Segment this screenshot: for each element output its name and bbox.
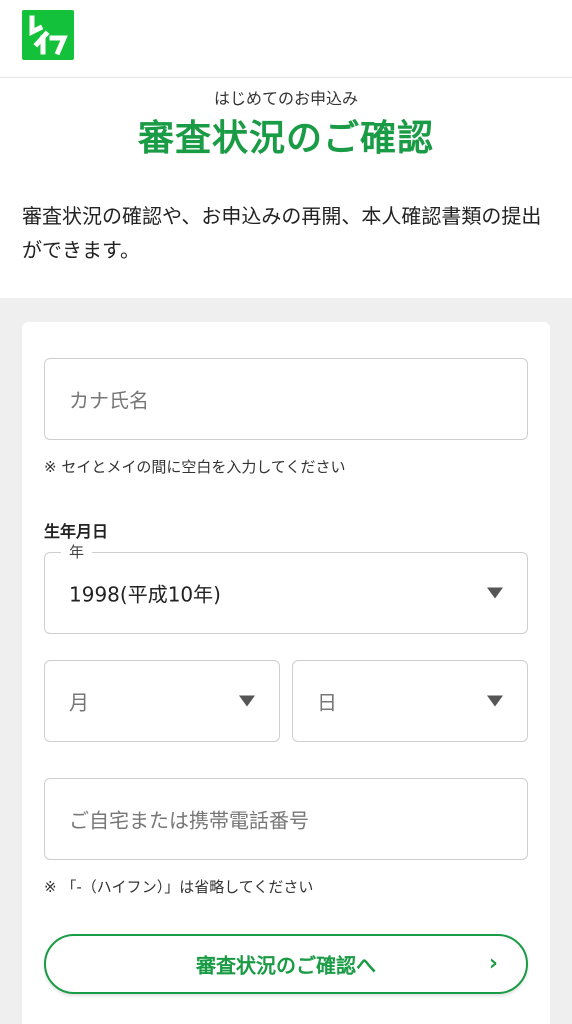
year-select-value: 1998(平成10年) <box>69 582 221 607</box>
lake-logo-icon <box>29 15 68 56</box>
hero-section: はじめてのお申込み 審査状況のご確認 審査状況の確認や、お申込みの再開、本人確認… <box>0 79 572 298</box>
dropdown-arrow-icon <box>487 587 503 599</box>
day-select-placeholder: 日 <box>317 690 337 715</box>
header <box>0 0 572 78</box>
birthdate-label: 生年月日 <box>44 522 109 541</box>
page-title: 審査状況のご確認 <box>137 118 434 159</box>
form-background: カナ氏名 ※ セイとメイの間に空白を入力してください 生年月日 年 1998(平… <box>0 298 572 1024</box>
dropdown-arrow-icon <box>487 695 503 707</box>
month-select-placeholder: 月 <box>69 690 89 715</box>
day-select[interactable]: 日 <box>292 660 528 742</box>
page-description: 審査状況の確認や、お申込みの再開、本人確認書類の提出ができます。 <box>22 204 542 262</box>
check-status-button[interactable]: 審査状況のご確認へ › <box>44 934 528 994</box>
phone-note: ※ 「-（ハイフン）」は省略してください <box>44 878 314 896</box>
dropdown-arrow-icon <box>239 695 255 707</box>
phone-number-placeholder: ご自宅または携帯電話番号 <box>69 808 309 833</box>
kana-name-placeholder: カナ氏名 <box>69 388 149 413</box>
form-card: カナ氏名 ※ セイとメイの間に空白を入力してください 生年月日 年 1998(平… <box>22 322 550 1024</box>
chevron-right-icon: › <box>488 951 498 976</box>
lake-logo[interactable] <box>22 10 74 60</box>
month-select[interactable]: 月 <box>44 660 280 742</box>
phone-number-input[interactable]: ご自宅または携帯電話番号 <box>44 778 528 860</box>
name-note: ※ セイとメイの間に空白を入力してください <box>44 458 346 476</box>
year-select[interactable]: 年 1998(平成10年) <box>44 541 528 634</box>
year-legend: 年 <box>61 541 93 562</box>
check-status-button-label: 審査状況のご確認へ <box>196 953 376 978</box>
kana-name-input[interactable]: カナ氏名 <box>44 358 528 440</box>
page-subtitle: はじめてのお申込み <box>213 89 358 108</box>
